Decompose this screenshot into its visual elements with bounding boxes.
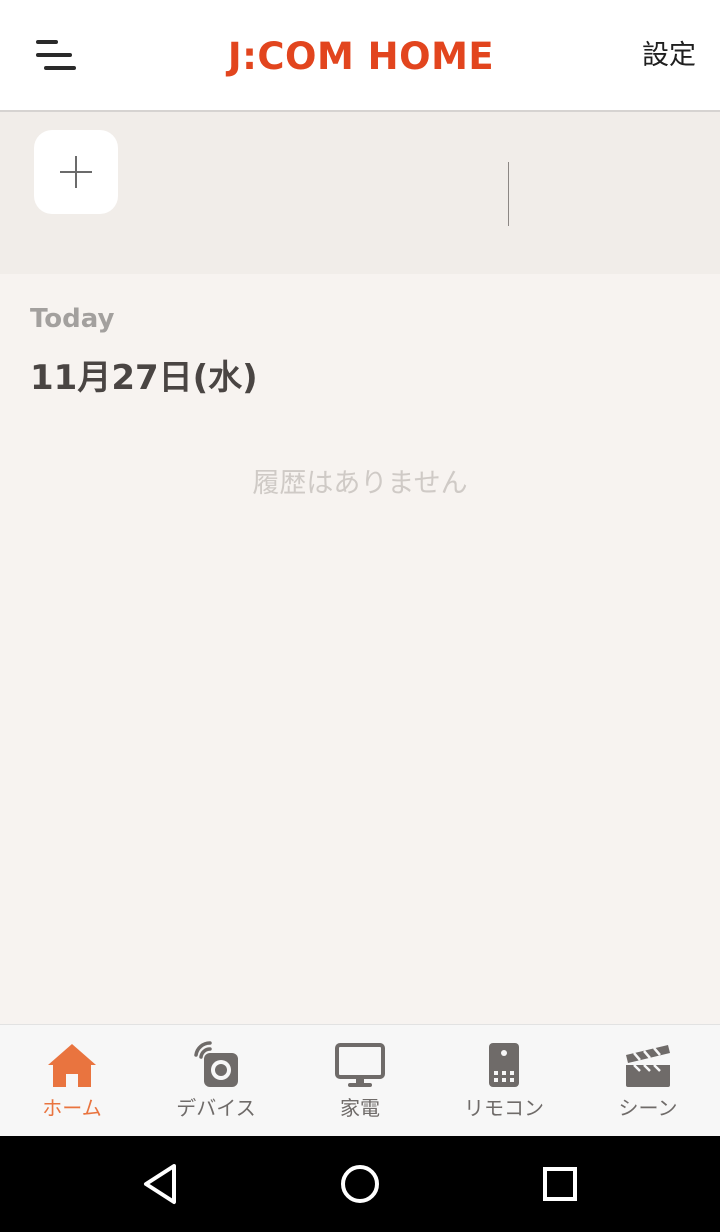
tab-home[interactable]: ホーム (0, 1025, 144, 1137)
history-empty-message: 履歴はありません (252, 468, 468, 499)
add-shortcut-button[interactable] (34, 130, 118, 214)
recents-square-icon[interactable] (536, 1160, 584, 1208)
tab-devices-label: デバイス (176, 1096, 256, 1120)
tab-remote[interactable]: リモコン (432, 1025, 576, 1137)
tab-scenes-label: シーン (618, 1096, 678, 1120)
system-navigation-bar (0, 1136, 720, 1232)
history-date: 11月27日(水) (30, 358, 258, 398)
quick-actions-panel (0, 112, 720, 274)
quick-actions-divider (508, 162, 509, 226)
bottom-tab-bar: ホーム デバイス 家電 リモコン シーン (0, 1024, 720, 1136)
tab-scenes[interactable]: シーン (576, 1025, 720, 1137)
menu-button[interactable] (34, 38, 78, 72)
app-header: J:COM HOME 設定 (0, 0, 720, 112)
clapperboard-icon (626, 1045, 670, 1087)
plus-icon (60, 156, 92, 188)
history-section-label: Today (30, 304, 115, 334)
tab-appliances[interactable]: 家電 (288, 1025, 432, 1137)
tab-home-label: ホーム (42, 1096, 102, 1120)
monitor-icon (335, 1043, 385, 1087)
device-icon (194, 1041, 238, 1087)
back-triangle-icon[interactable] (136, 1160, 184, 1208)
tab-remote-label: リモコン (464, 1096, 544, 1120)
home-icon (48, 1044, 96, 1087)
tab-appliances-label: 家電 (340, 1096, 380, 1120)
home-circle-icon[interactable] (336, 1160, 384, 1208)
remote-icon (489, 1043, 519, 1087)
tab-devices[interactable]: デバイス (144, 1025, 288, 1137)
settings-button[interactable]: 設定 (642, 38, 696, 74)
menu-icon (36, 40, 76, 70)
app-logo: J:COM HOME (227, 34, 495, 78)
